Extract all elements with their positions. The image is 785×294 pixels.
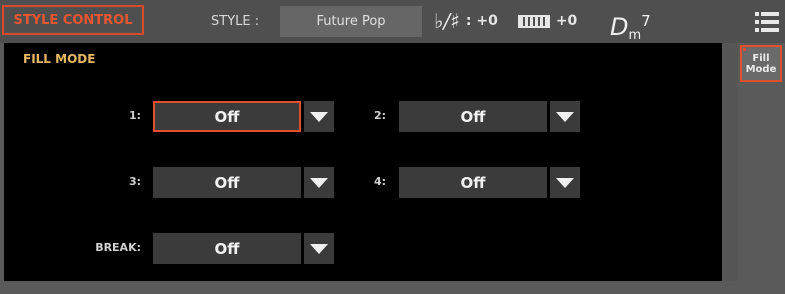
break-value: Off — [214, 239, 240, 258]
fill-4-value: Off — [460, 173, 486, 192]
chord-display: Dm7 — [610, 4, 651, 43]
fill-3-value: Off — [214, 173, 240, 192]
keyboard-icon — [517, 15, 550, 28]
style-label: STYLE : — [211, 14, 260, 29]
chevron-down-icon — [556, 177, 574, 188]
fill-3-label: 3: — [128, 175, 141, 188]
chord-root: D — [610, 13, 629, 41]
fill-mode-panel: FILL MODE 1: Off 2: Off 3: Off 4: Off BR… — [4, 43, 722, 281]
transpose-value: : +0 — [465, 13, 498, 29]
fill-1-value: Off — [214, 107, 240, 126]
panel-title: FILL MODE — [23, 52, 96, 66]
fill-2-value: Off — [460, 107, 486, 126]
side-divider — [722, 43, 738, 281]
chevron-down-icon — [310, 243, 328, 254]
style-name-display[interactable]: Future Pop — [280, 6, 422, 37]
flat-sharp-icon: ♭/♯ — [434, 9, 460, 33]
chord-extension: 7 — [641, 12, 651, 30]
fill-2-dropdown-button[interactable] — [550, 101, 580, 132]
break-label: BREAK: — [95, 241, 141, 254]
hamburger-menu-icon[interactable] — [755, 11, 779, 33]
break-select[interactable]: Off — [153, 233, 301, 264]
fill-2-label: 2: — [373, 109, 386, 122]
side-tab-label: Fill Mode — [745, 52, 777, 75]
fill-4-dropdown-button[interactable] — [550, 167, 580, 198]
fill-3-select[interactable]: Off — [153, 167, 301, 198]
chord-quality: m — [628, 28, 642, 43]
fill-4-select[interactable]: Off — [399, 167, 547, 198]
fill-2-select[interactable]: Off — [399, 101, 547, 132]
transpose-display[interactable]: ♭/♯ : +0 +0 — [434, 6, 577, 37]
side-tab-fill-mode[interactable]: Fill Mode — [740, 45, 782, 82]
chevron-down-icon — [556, 111, 574, 122]
fill-4-label: 4: — [373, 175, 386, 188]
break-dropdown-button[interactable] — [304, 233, 334, 264]
page-title[interactable]: STYLE CONTROL — [2, 5, 144, 35]
octave-value: +0 — [555, 13, 578, 29]
fill-1-label: 1: — [128, 109, 141, 122]
top-bar: STYLE CONTROL STYLE : Future Pop ♭/♯ : +… — [0, 0, 785, 43]
fill-1-select[interactable]: Off — [153, 101, 301, 132]
